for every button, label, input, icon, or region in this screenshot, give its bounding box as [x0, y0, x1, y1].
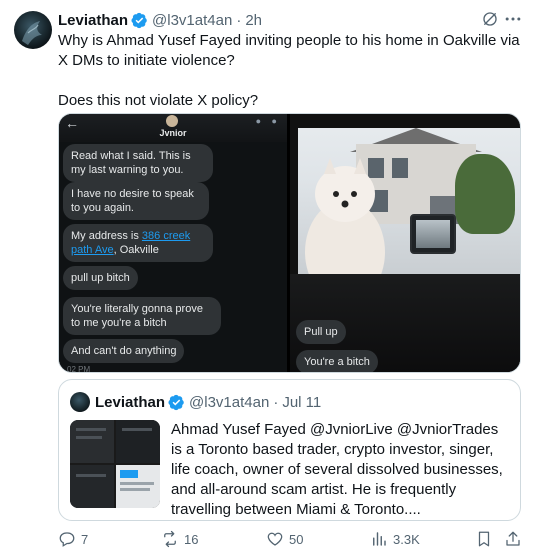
window-frame-top	[290, 114, 520, 128]
views-button[interactable]: 3.3K	[370, 530, 420, 548]
dm-message: Pull up	[296, 320, 346, 344]
dm-message: You're a bitch	[296, 350, 378, 372]
reply-button[interactable]: 7	[58, 530, 88, 548]
media-image-car-photo[interactable]: Pull up You're a bitch	[290, 114, 520, 372]
dm-timestamp: 02 PM	[67, 365, 91, 373]
timestamp[interactable]: 2h	[245, 12, 262, 29]
avatar-creature	[22, 21, 42, 45]
trees	[455, 154, 515, 234]
tweet-text-line: Why is Ahmad Yusef Fayed inviting people…	[58, 32, 520, 69]
bookmark-icon	[478, 531, 490, 547]
avatar[interactable]	[14, 11, 52, 49]
like-button[interactable]: 50	[266, 530, 303, 548]
repost-button[interactable]: 16	[161, 530, 198, 548]
views-icon	[373, 532, 386, 546]
dm-message: My address is 386 creek path Ave, Oakvil…	[63, 224, 213, 262]
like-count: 50	[289, 531, 304, 547]
media-image-dm-screenshot[interactable]: ← ● ● Jvnior Read what I said. This is m…	[59, 114, 287, 373]
dm-message-text: My address is	[71, 230, 142, 242]
reply-icon	[59, 532, 75, 547]
share-icon	[506, 531, 520, 546]
house-window	[392, 158, 408, 178]
tweet-media[interactable]: ← ● ● Jvnior Read what I said. This is m…	[58, 113, 521, 373]
quote-handle[interactable]: @l3v1at4an	[189, 394, 269, 411]
repost-count: 16	[184, 531, 199, 547]
action-bar: 7 16 50 3.3K	[58, 530, 524, 552]
dm-message: pull up bitch	[63, 266, 138, 290]
grok-icon[interactable]	[481, 10, 499, 28]
separator-dot: ·	[236, 11, 242, 29]
quote-text: Ahmad Yusef Fayed @JvniorLive @JvniorTra…	[171, 421, 503, 518]
verified-icon	[131, 12, 147, 28]
dm-message: Read what I said. This is my last warnin…	[63, 144, 213, 182]
side-mirror	[410, 214, 456, 254]
bookmark-button[interactable]	[475, 530, 493, 548]
reply-count: 7	[81, 531, 89, 547]
dm-message: You're literally gonna prove to me you'r…	[63, 297, 221, 335]
quote-date[interactable]: Jul 11	[282, 394, 321, 411]
share-button[interactable]	[504, 530, 522, 548]
more-icon[interactable]	[503, 9, 523, 29]
views-count: 3.3K	[393, 531, 420, 547]
verified-icon	[168, 394, 184, 410]
quote-header: Leviathan @l3v1at4an · Jul 11	[95, 392, 321, 412]
separator-dot: ·	[273, 393, 279, 411]
quote-thumbnail[interactable]	[70, 420, 160, 508]
quoted-tweet[interactable]: Leviathan @l3v1at4an · Jul 11 Ahmad Yuse…	[58, 379, 521, 521]
dm-message: And can't do anything	[63, 339, 185, 363]
repost-icon	[164, 530, 176, 548]
quote-display-name[interactable]: Leviathan	[95, 394, 165, 411]
dm-message-text: , Oakville	[113, 244, 159, 256]
like-icon	[267, 532, 283, 546]
dm-action-icons: ● ●	[255, 116, 281, 126]
quote-avatar[interactable]	[70, 392, 90, 412]
tweet-text: Why is Ahmad Yusef Fayed inviting people…	[58, 31, 528, 111]
handle[interactable]: @l3v1at4an	[152, 12, 232, 29]
tweet-header: Leviathan @l3v1at4an · 2h	[58, 10, 262, 30]
dm-message: I have no desire to speak to you again.	[63, 182, 209, 220]
tweet-text-line: Does this not violate X policy?	[58, 92, 259, 109]
dm-contact-avatar	[166, 115, 178, 127]
dm-contact-name: Jvnior	[159, 128, 187, 138]
display-name[interactable]: Leviathan	[58, 12, 128, 29]
